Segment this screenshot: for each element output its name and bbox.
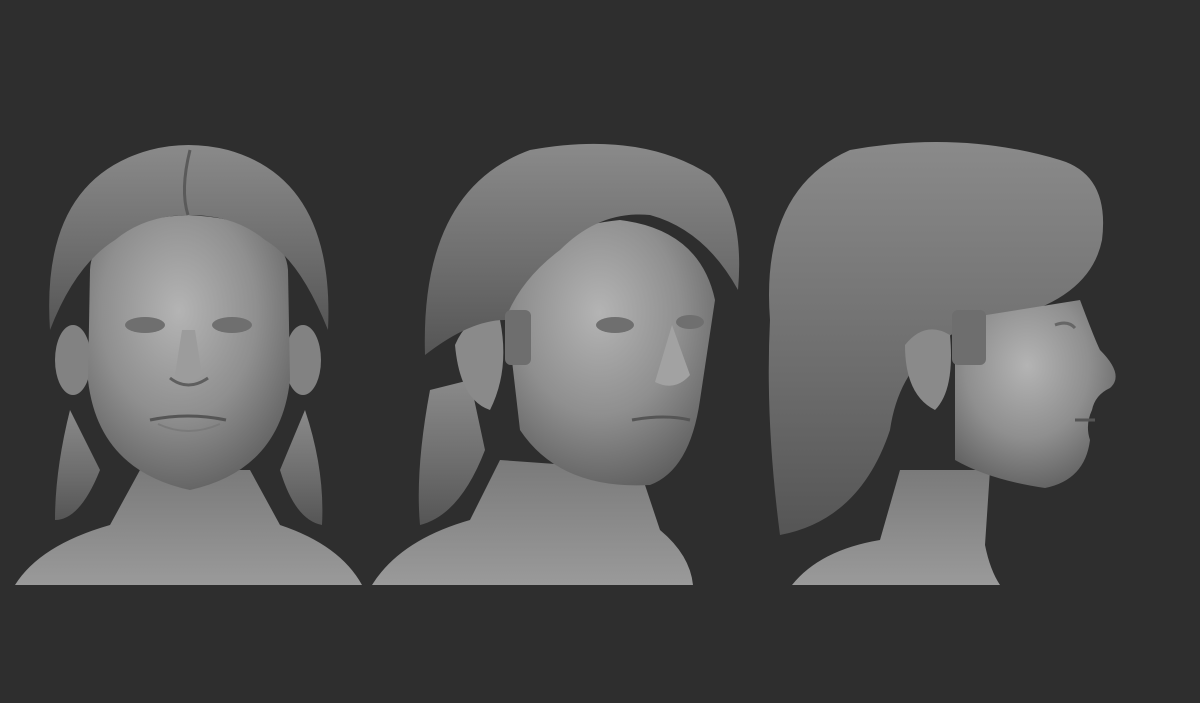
bust-three-quarter-view <box>372 143 740 585</box>
bust-side-view <box>768 142 1116 585</box>
sculpt-renders <box>15 142 1116 585</box>
sculpt-viewport <box>0 0 1200 703</box>
bust-front-view <box>15 145 362 585</box>
